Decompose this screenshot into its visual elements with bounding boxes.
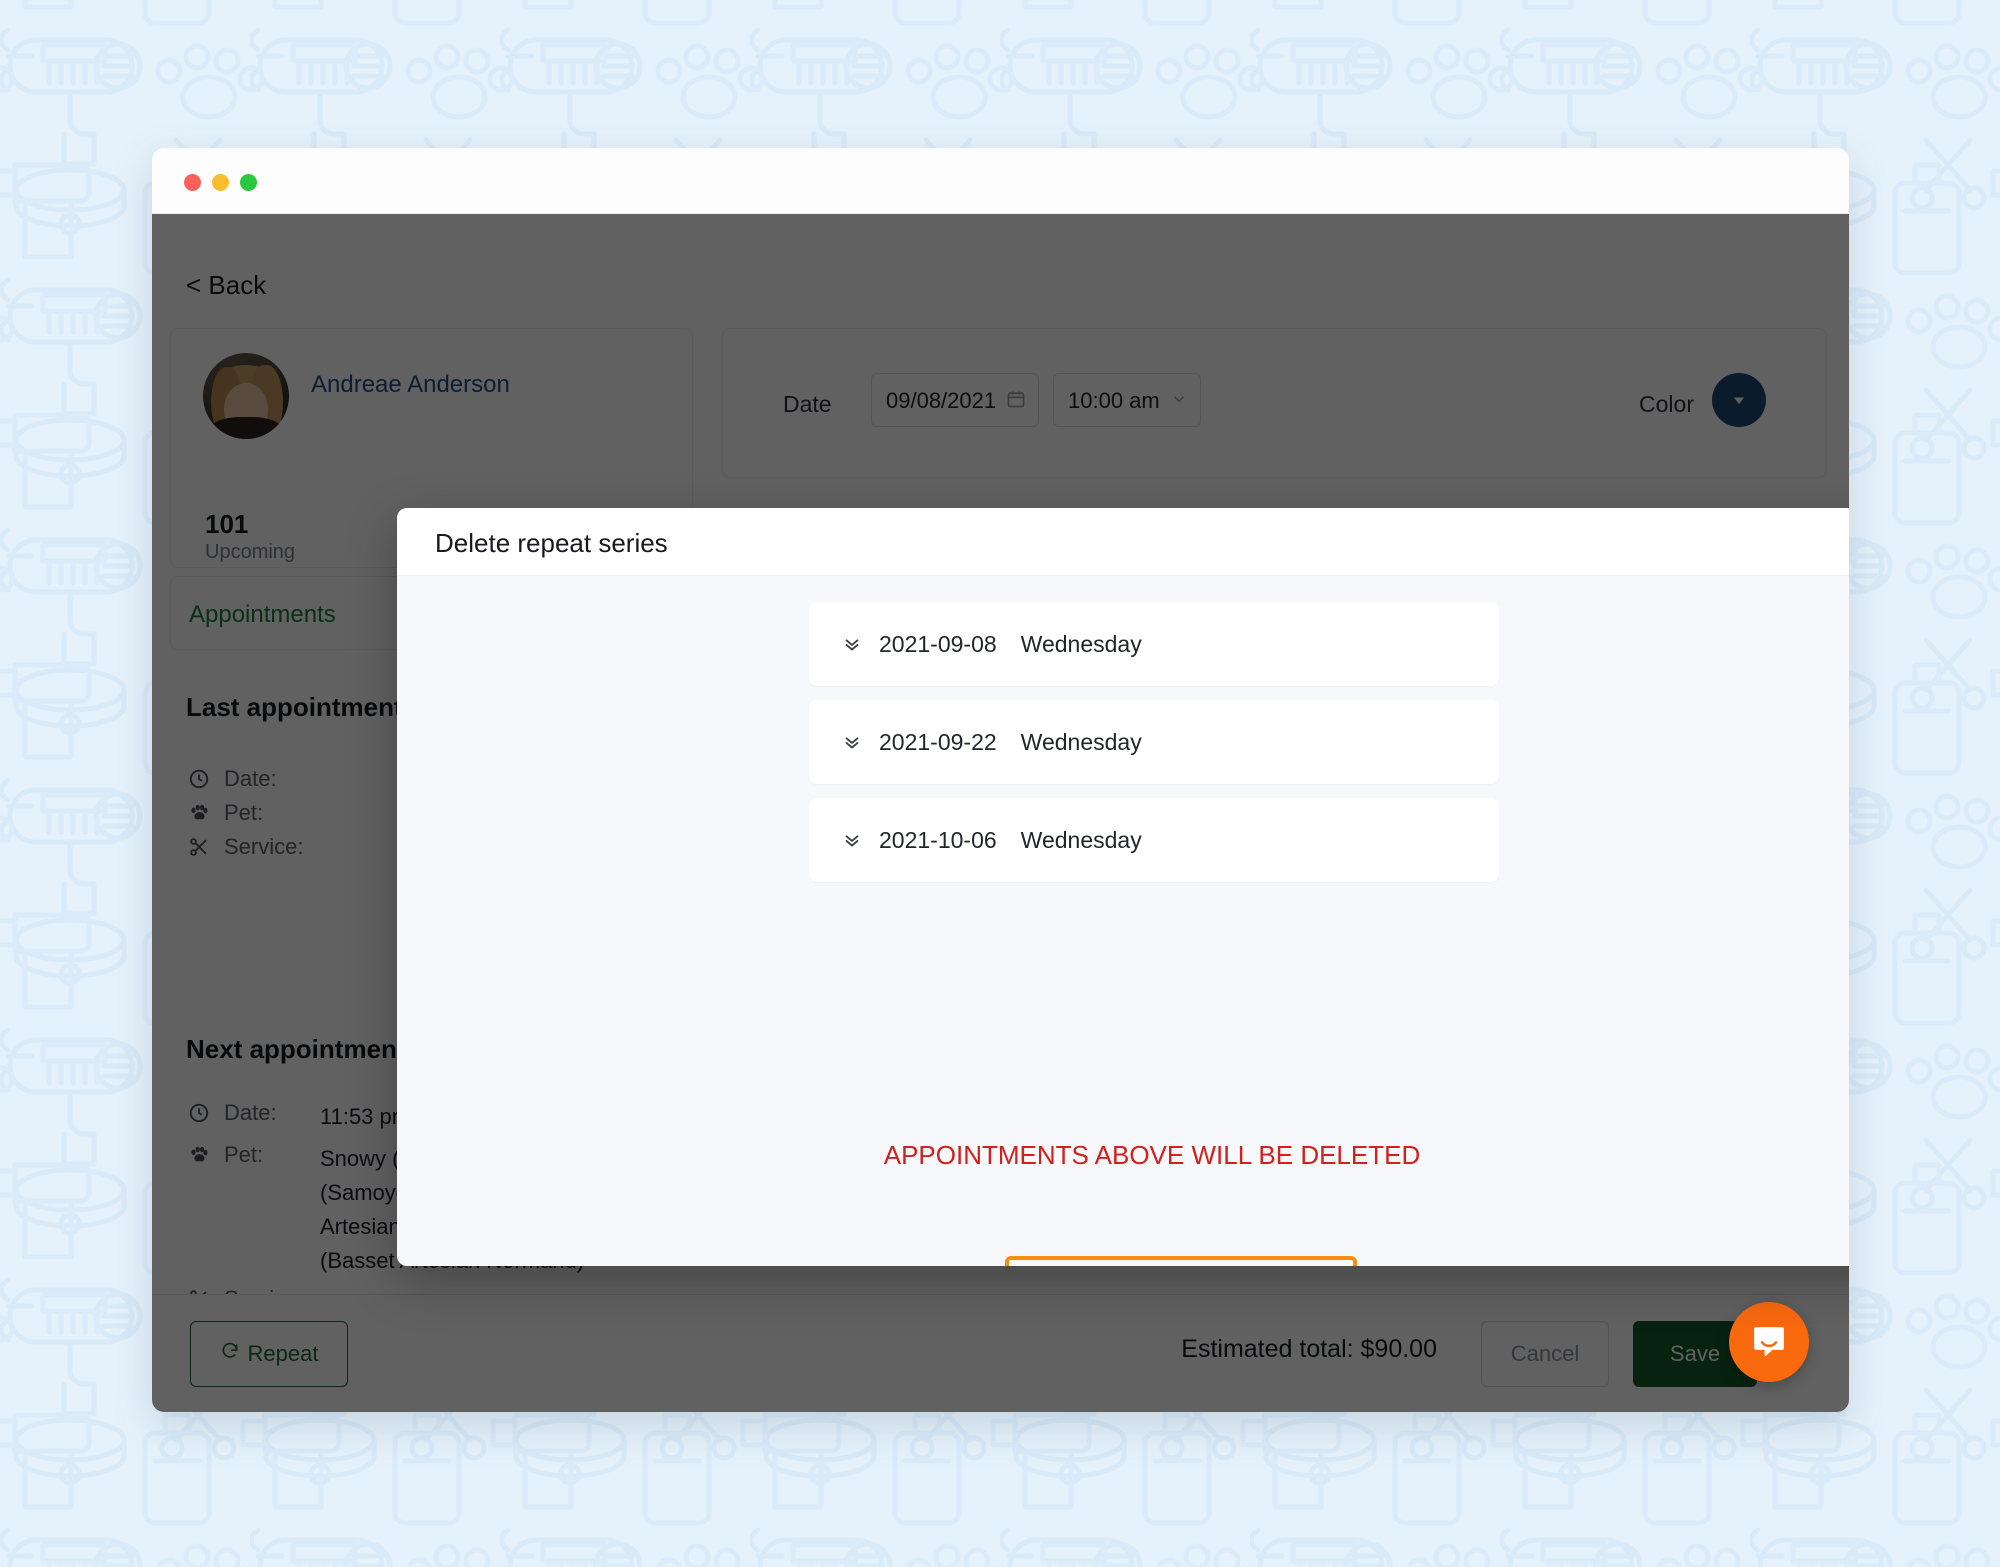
next-appointment-title: Next appointment: [186, 1034, 406, 1064]
window-zoom-button[interactable]: [240, 174, 257, 191]
appointment-form-panel: Date 09/08/2021 10:00 am Color: [722, 328, 1827, 478]
confirm-button-highlight: Confirm and delete: [1005, 1256, 1357, 1266]
client-name-link[interactable]: Andreae Anderson: [311, 371, 510, 399]
date-label: Date: [783, 391, 832, 417]
detail-label: Pet:: [224, 1142, 264, 1167]
color-label: Color: [1639, 391, 1694, 417]
delete-warning-text: APPOINTMENTS ABOVE WILL BE DELETED: [883, 1140, 1421, 1170]
avatar: [203, 353, 289, 439]
window-close-button[interactable]: [184, 174, 201, 191]
series-day: Wednesday: [1020, 630, 1142, 657]
scissors-icon: [186, 834, 212, 860]
series-date: 2021-09-22: [879, 728, 997, 755]
detail-label: Date:: [224, 766, 277, 791]
detail-label: Date:: [224, 1100, 277, 1125]
paw-icon: [186, 800, 212, 826]
repeat-button[interactable]: Repeat: [190, 1321, 348, 1387]
date-input-value: 09/08/2021: [886, 388, 997, 413]
series-day: Wednesday: [1020, 728, 1142, 755]
time-select[interactable]: 10:00 am: [1053, 373, 1201, 427]
window-titlebar: [152, 148, 1849, 214]
series-day: Wednesday: [1020, 826, 1142, 853]
chevron-down-icon: [1734, 397, 1744, 405]
series-list: 2021-09-08 Wednesday 2021-09-22 Wednesda…: [809, 602, 1499, 896]
double-chevron-down-icon[interactable]: [841, 829, 875, 851]
series-date: 2021-09-08: [879, 630, 997, 657]
delete-repeat-series-dialog: Delete repeat series 2021-09-08 Wednesda…: [397, 508, 1849, 1266]
last-appointment-title: Last appointment: [186, 692, 403, 722]
dialog-header: Delete repeat series: [397, 508, 1849, 576]
list-item[interactable]: 2021-10-06 Wednesday: [809, 798, 1499, 882]
chat-bubble-icon[interactable]: [1729, 1302, 1809, 1382]
calendar-icon: [1006, 389, 1026, 414]
cancel-button[interactable]: Cancel: [1481, 1321, 1609, 1387]
clock-icon: [186, 1100, 212, 1126]
series-date: 2021-10-06: [879, 826, 997, 853]
client-appointment-count: 101: [205, 509, 249, 539]
estimated-total: Estimated total: $90.00: [1181, 1335, 1437, 1363]
double-chevron-down-icon[interactable]: [841, 731, 875, 753]
paw-icon: [186, 1142, 212, 1168]
footer-bar: Repeat Estimated total: $90.00 Cancel Sa…: [152, 1294, 1849, 1412]
browser-window: < Back Andreae Anderson 101 Upcoming App…: [152, 148, 1849, 1412]
detail-label: Pet:: [224, 800, 264, 825]
list-item[interactable]: 2021-09-22 Wednesday: [809, 700, 1499, 784]
detail-label: Service:: [224, 834, 304, 859]
dialog-title: Delete repeat series: [435, 528, 668, 558]
repeat-button-label: Repeat: [247, 1341, 319, 1366]
time-select-value: 10:00 am: [1068, 388, 1160, 413]
date-input[interactable]: 09/08/2021: [871, 373, 1039, 427]
tab-appointments[interactable]: Appointments: [189, 601, 336, 629]
window-minimize-button[interactable]: [212, 174, 229, 191]
double-chevron-down-icon[interactable]: [841, 633, 875, 655]
chevron-down-icon: [1170, 390, 1188, 413]
repeat-icon: [220, 1341, 240, 1367]
close-icon[interactable]: [1841, 526, 1849, 560]
list-item[interactable]: 2021-09-08 Wednesday: [809, 602, 1499, 686]
page-root: < Back Andreae Anderson 101 Upcoming App…: [0, 0, 2000, 1567]
back-link[interactable]: < Back: [186, 270, 266, 301]
clock-icon: [186, 766, 212, 792]
client-appointment-count-label: Upcoming: [205, 541, 296, 563]
color-swatch-button[interactable]: [1712, 373, 1766, 427]
